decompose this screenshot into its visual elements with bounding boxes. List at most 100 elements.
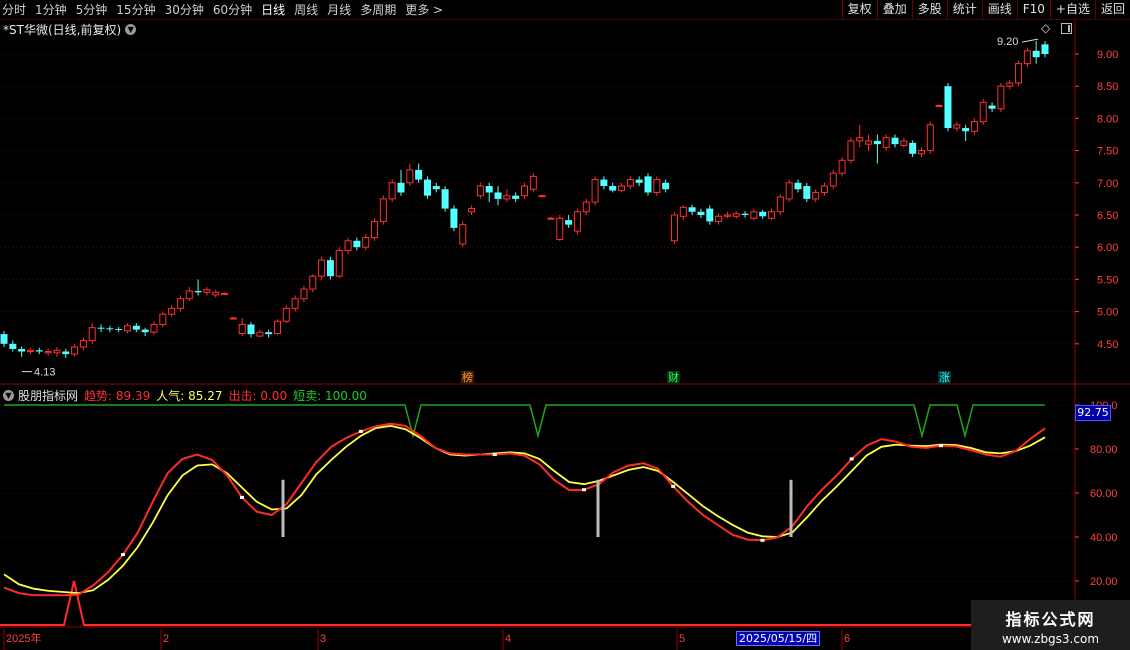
signal-badge[interactable]: 涨	[938, 371, 951, 384]
trend-marker	[760, 538, 765, 542]
candle-body-up	[979, 101, 987, 123]
candle-body-down	[441, 189, 449, 209]
trend-value: 89.39	[115, 389, 151, 403]
candle	[379, 195, 387, 225]
candle	[415, 163, 423, 183]
period-tab-intraday[interactable]: 分时	[2, 1, 26, 18]
candle-body-down	[512, 195, 520, 199]
chart-canvas[interactable]: 4.50 5.00 5.50 6.00 6.50 7.00 7.50 8.00 8.50 9.00…	[0, 20, 1130, 650]
candle	[521, 182, 528, 199]
candle	[35, 347, 43, 355]
watermark-title: 指标公式网	[1005, 610, 1096, 629]
candle	[221, 292, 229, 296]
candle-body-up	[591, 179, 599, 203]
period-tab-more[interactable]: 更多 >	[405, 1, 443, 18]
period-tab-60min[interactable]: 60分钟	[213, 1, 252, 18]
candle	[309, 274, 317, 293]
candle	[388, 179, 396, 203]
candle	[812, 189, 820, 203]
candle-body-up	[221, 293, 229, 296]
candle	[732, 211, 740, 219]
indicator-tick-label: 40.00	[1090, 532, 1118, 544]
period-tab-1min[interactable]: 1分钟	[35, 1, 67, 18]
candle	[1032, 41, 1040, 64]
candle-body-down	[353, 240, 361, 248]
restore-right-button[interactable]: 复权	[841, 0, 877, 19]
period-tab-multi[interactable]: 多周期	[360, 1, 396, 18]
max-price-arrow	[1021, 38, 1039, 43]
max-price-label: 9.20	[997, 36, 1018, 48]
candle	[71, 343, 79, 357]
signal-badge[interactable]: 榜	[461, 371, 474, 384]
short-sell-label: 短卖:	[293, 389, 322, 403]
candle-body-up	[538, 195, 546, 198]
chevron-down-icon[interactable]: ▼	[125, 24, 137, 35]
candle	[838, 157, 846, 177]
candle-body-up	[750, 211, 758, 219]
f10-button[interactable]: F10	[1016, 0, 1050, 19]
trend-marker	[239, 495, 244, 499]
period-tab-daily[interactable]: 日线	[261, 1, 285, 18]
candle-body-down	[635, 179, 643, 183]
candle-body-up	[309, 275, 317, 290]
candle-body-down	[326, 260, 334, 277]
toolbar: 分时 1分钟 5分钟 15分钟 30分钟 60分钟 日线 周线 月线 多周期 更…	[0, 0, 1130, 20]
candle	[159, 311, 167, 328]
multi-stock-button[interactable]: 多股	[911, 0, 947, 19]
candle-body-up	[917, 150, 925, 155]
candle	[865, 134, 873, 151]
period-tab-5min[interactable]: 5分钟	[76, 1, 108, 18]
overlay-button[interactable]: 叠加	[876, 0, 912, 19]
period-tab-15min[interactable]: 15分钟	[116, 1, 155, 18]
candle	[944, 82, 952, 132]
candle	[423, 176, 431, 199]
candle	[238, 318, 246, 337]
candle-body-up	[573, 211, 581, 232]
candle	[291, 295, 299, 312]
candle-body-down	[891, 137, 899, 145]
candle	[212, 289, 220, 298]
period-tab-monthly[interactable]: 月线	[327, 1, 351, 18]
candle	[203, 287, 211, 296]
price-tick-label: 7.50	[1097, 146, 1118, 158]
candle-body-down	[644, 176, 652, 193]
candle-body-up	[997, 85, 1005, 110]
candle-body-down	[18, 348, 26, 352]
candle	[741, 211, 749, 218]
panel-toggle-icon[interactable]	[1061, 23, 1072, 34]
candle-body-down	[415, 169, 423, 180]
candle-body-down	[1041, 44, 1049, 54]
candle-body-up	[547, 217, 555, 220]
candle	[397, 169, 405, 196]
back-button[interactable]: 返回	[1094, 0, 1130, 19]
candle	[979, 99, 987, 125]
candle	[450, 205, 458, 232]
add-watchlist-button[interactable]: +自选	[1049, 0, 1095, 19]
popularity-line	[3, 424, 1046, 595]
watermark-url: www.zbgs3.com	[1001, 632, 1100, 646]
diamond-icon[interactable]: ◇	[1041, 21, 1050, 35]
signal-badge[interactable]: 财	[667, 371, 680, 384]
exit-label: 出击:	[228, 389, 257, 403]
chevron-down-icon[interactable]: ▼	[3, 390, 14, 401]
candle	[997, 82, 1005, 112]
statistics-button[interactable]: 统计	[946, 0, 982, 19]
period-tab-weekly[interactable]: 周线	[294, 1, 318, 18]
candle-body-up	[79, 340, 87, 348]
price-tick-label: 7.00	[1097, 178, 1118, 190]
candle	[18, 346, 26, 357]
candle-body-up	[670, 214, 678, 242]
candle-body-up	[865, 140, 873, 145]
candle-body-down	[35, 350, 43, 352]
candle	[318, 256, 326, 280]
candle-body-up	[829, 172, 837, 187]
candle	[300, 285, 308, 302]
candle-body-down	[450, 208, 458, 228]
draw-line-button[interactable]: 画线	[981, 0, 1017, 19]
candle-body-down	[706, 208, 714, 222]
candle-body-down	[803, 186, 811, 199]
period-tab-30min[interactable]: 30分钟	[165, 1, 204, 18]
candle	[635, 176, 643, 187]
candle-body-up	[44, 351, 52, 354]
candle	[53, 347, 61, 357]
